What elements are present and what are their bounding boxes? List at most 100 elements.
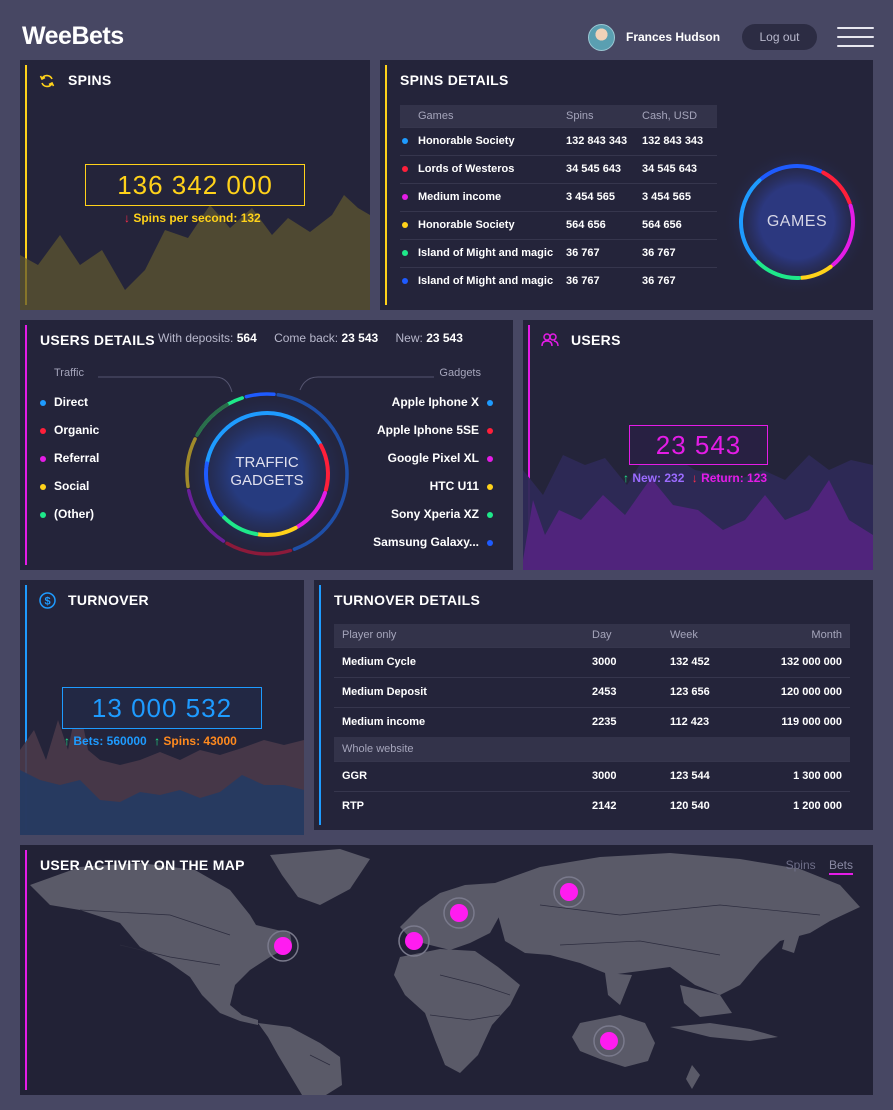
users-details-panel: USERS DETAILS With deposits: 564 Come ba…	[20, 320, 513, 570]
ring-label-traffic: TRAFFIC	[235, 454, 298, 471]
users-sub: ↑ New: 232 ↓ Return: 123	[623, 471, 767, 485]
legend-item[interactable]: HTC U11	[343, 472, 493, 500]
traffic-gadgets-ring-chart: TRAFFIC GADGETS	[177, 384, 357, 564]
legend-dot-icon	[487, 512, 493, 518]
legend-item[interactable]: Apple Iphone X	[343, 388, 493, 416]
column-header: Games	[400, 105, 566, 127]
legend-label: Social	[54, 479, 90, 493]
column-header: Cash, USD	[642, 105, 717, 127]
hamburger-menu-icon[interactable]	[837, 27, 874, 49]
month-cell: 1 300 000	[760, 760, 850, 791]
table-row[interactable]: Honorable Society 132 843 343 132 843 343	[400, 126, 717, 155]
cash-cell: 34 545 643	[642, 154, 717, 183]
column-header: Spins	[566, 105, 642, 127]
cash-cell: 36 767	[642, 238, 717, 267]
users-new-label: New: 232	[632, 471, 685, 485]
table-row[interactable]: Medium income 3 454 565 3 454 565	[400, 182, 717, 211]
series-dot-icon	[402, 222, 408, 228]
map-panel: USER ACTIVITY ON THE MAP Spins Bets	[20, 845, 873, 1095]
ring-label-gadgets: GADGETS	[230, 472, 303, 489]
row-name: RTP	[334, 790, 592, 821]
cash-cell: 132 843 343	[642, 126, 717, 155]
logout-button[interactable]: Log out	[742, 24, 817, 50]
table-row[interactable]: GGR 3000 123 544 1 300 000	[334, 760, 850, 791]
legend-label: Sony Xperia XZ	[390, 507, 479, 521]
panel-accent	[385, 65, 387, 305]
legend-dot-icon	[487, 484, 493, 490]
day-cell: 3000	[592, 760, 670, 791]
legend-item[interactable]: (Other)	[40, 500, 180, 528]
table-row[interactable]: RTP 2142 120 540 1 200 000	[334, 790, 850, 821]
avatar[interactable]	[588, 24, 615, 51]
panel-accent	[25, 850, 27, 1090]
legend-item[interactable]: Social	[40, 472, 180, 500]
game-name: Honorable Society	[418, 135, 515, 147]
legend-dot-icon	[40, 484, 46, 490]
table-row[interactable]: Medium Deposit 2453 123 656 120 000 000	[334, 676, 850, 707]
week-cell: 132 452	[670, 646, 760, 677]
day-cell: 3000	[592, 646, 670, 677]
series-dot-icon	[402, 166, 408, 172]
game-cell: Honorable Society	[400, 210, 566, 239]
legend-label: Direct	[54, 395, 89, 409]
turnover-total: 13 000 532	[62, 687, 262, 729]
section-label: Whole website	[334, 737, 850, 761]
map-tabs: Spins Bets	[786, 858, 853, 875]
legend-label: Organic	[54, 423, 100, 437]
users-total: 23 543	[629, 425, 768, 465]
game-name: Island of Might and magic	[418, 275, 554, 288]
game-name: Honorable Society	[418, 219, 515, 231]
legend-label: HTC U11	[429, 479, 479, 493]
legend-item[interactable]: Apple Iphone 5SE	[343, 416, 493, 444]
legend-item[interactable]: Organic	[40, 416, 180, 444]
legend-dot-icon	[487, 456, 493, 462]
traffic-legend: Direct Organic Referral Social (Other)	[40, 388, 180, 528]
row-name: Medium income	[334, 706, 592, 737]
turnover-panel: $ TURNOVER 13 000 532 ↑ Bets: 560000 ↑ S…	[20, 580, 304, 835]
game-cell: Island of Might and magic	[400, 238, 566, 267]
spins-per-second-label: Spins per second: 132	[133, 211, 261, 225]
legend-label: (Other)	[54, 507, 94, 521]
column-header: Player only	[334, 624, 592, 647]
game-cell: Lords of Westeros	[400, 154, 566, 183]
table-row[interactable]: Lords of Westeros 34 545 643 34 545 643	[400, 154, 717, 183]
table-row[interactable]: Island of Might and magic 36 767 36 767	[400, 238, 717, 267]
table-row[interactable]: Island of Might and magic 36 767 36 767	[400, 266, 717, 295]
legend-item[interactable]: Sony Xperia XZ	[343, 500, 493, 528]
legend-item[interactable]: Referral	[40, 444, 180, 472]
week-cell: 123 544	[670, 760, 760, 791]
legend-label: Google Pixel XL	[387, 451, 479, 465]
legend-dot-icon	[40, 428, 46, 434]
spins-details-table: Games Spins Cash, USD Honorable Society 1…	[400, 105, 717, 295]
legend-dot-icon	[40, 512, 46, 518]
spins-cell: 34 545 643	[566, 154, 642, 183]
ring-label: GAMES	[767, 213, 827, 230]
table-row[interactable]: Medium income 2235 112 423 119 000 000	[334, 706, 850, 737]
legend-item[interactable]: Direct	[40, 388, 180, 416]
legend-label: Apple Iphone 5SE	[376, 423, 479, 437]
week-cell: 123 656	[670, 676, 760, 707]
series-dot-icon	[402, 278, 408, 285]
app-logo[interactable]: WeeBets	[22, 22, 124, 51]
column-header: Month	[760, 624, 850, 647]
game-name: Island of Might and magic	[418, 247, 554, 259]
svg-text:$: $	[44, 596, 50, 608]
spins-panel: SPINS 136 342 000 ↓ Spins per second: 13…	[20, 60, 370, 310]
spins-cell: 36 767	[566, 266, 642, 295]
turnover-details-panel: TURNOVER DETAILS Player only Day Week Mo…	[314, 580, 873, 830]
legend-item[interactable]: Samsung Galaxy...	[343, 528, 493, 556]
turnover-sub: ↑ Bets: 560000 ↑ Spins: 43000	[64, 734, 237, 748]
legend-dot-icon	[487, 428, 493, 434]
panel-title: USERS	[571, 332, 621, 348]
legend-label: Referral	[54, 451, 100, 465]
tab-bets[interactable]: Bets	[828, 858, 853, 875]
table-row[interactable]: Honorable Society 564 656 564 656	[400, 210, 717, 239]
game-name: Lords of Westeros	[418, 163, 515, 175]
legend-dot-icon	[40, 400, 46, 406]
table-row[interactable]: Medium Cycle 3000 132 452 132 000 000	[334, 646, 850, 677]
users-panel: USERS 23 543 ↑ New: 232 ↓ Return: 123	[523, 320, 873, 570]
legend-label: Samsung Galaxy...	[373, 535, 479, 549]
tab-spins[interactable]: Spins	[786, 858, 816, 872]
legend-item[interactable]: Google Pixel XL	[343, 444, 493, 472]
refresh-icon	[39, 74, 55, 88]
